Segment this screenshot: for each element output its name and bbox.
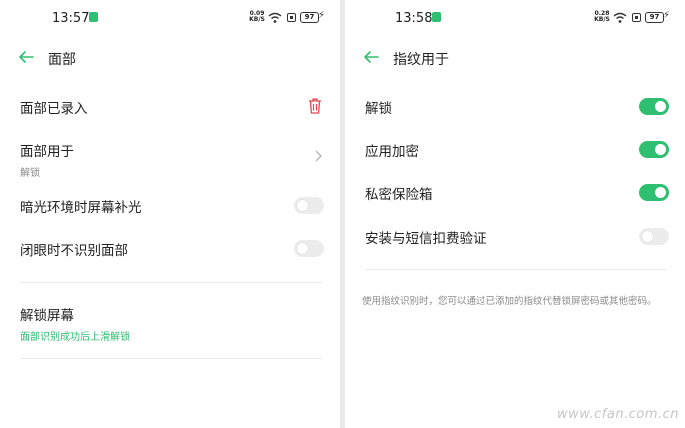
unlock-screen-hint: 面部识别成功后上滑解锁 (20, 332, 130, 343)
low-light-fill-toggle[interactable] (294, 197, 324, 214)
divider (20, 358, 322, 359)
install-sms-verify-label: 安装与短信扣费验证 (365, 231, 487, 247)
back-arrow-icon[interactable] (363, 50, 379, 64)
private-safe-row: 私密保险箱 (365, 183, 669, 203)
watermark: www.cfan.com.cn (556, 407, 679, 422)
status-time: 13:57 (52, 11, 90, 26)
page-header: 面部 (0, 40, 340, 76)
unlock-screen-row[interactable]: 解锁屏幕 面部识别成功后上滑解锁 (20, 304, 324, 343)
battery-icon: 97 (300, 12, 319, 23)
face-usage-label: 面部用于 (20, 144, 74, 160)
page-title: 面部 (48, 52, 76, 68)
unlock-toggle[interactable] (639, 98, 669, 115)
network-speed-unit: KB/S (249, 16, 265, 23)
page-title: 指纹用于 (393, 52, 449, 68)
charging-icon: ⚡ (663, 10, 671, 21)
sim-icon (632, 13, 641, 22)
unlock-label: 解锁 (365, 101, 392, 117)
low-light-fill-row: 暗光环境时屏幕补光 (20, 196, 324, 216)
network-speed: 0.09 KB/S (249, 11, 265, 23)
app-encryption-label: 应用加密 (365, 144, 419, 160)
charging-icon: ⚡ (318, 10, 326, 21)
face-enrolled-row[interactable]: 面部已录入 (20, 97, 324, 117)
fingerprint-note: 使用指纹识别时，您可以通过已添加的指纹代替锁屏密码或其他密码。 (362, 296, 657, 307)
eyes-closed-label: 闭眼时不识别面部 (20, 243, 128, 259)
status-bar: 13:57 0.09 KB/S 97 ⚡ (0, 0, 340, 36)
wifi-icon (613, 12, 627, 23)
install-sms-verify-toggle[interactable] (639, 228, 669, 245)
app-encryption-toggle[interactable] (639, 141, 669, 158)
page-header: 指纹用于 (345, 40, 685, 76)
battery-icon: 97 (645, 12, 664, 23)
eyes-closed-row: 闭眼时不识别面部 (20, 239, 324, 259)
divider (20, 282, 322, 283)
private-safe-label: 私密保险箱 (365, 187, 433, 203)
notification-icon (432, 12, 441, 22)
status-time: 13:58 (395, 11, 433, 26)
face-usage-value: 解锁 (20, 168, 40, 179)
low-light-fill-label: 暗光环境时屏幕补光 (20, 200, 142, 216)
network-speed-unit: KB/S (594, 16, 610, 23)
sim-icon (287, 13, 296, 22)
chevron-right-icon (315, 150, 322, 162)
install-sms-verify-row: 安装与短信扣费验证 (365, 227, 669, 247)
status-bar: 13:58 0.28 KB/S 97 ⚡ (345, 0, 685, 36)
unlock-screen-label: 解锁屏幕 (20, 308, 74, 324)
app-encryption-row: 应用加密 (365, 140, 669, 160)
face-usage-row[interactable]: 面部用于 解锁 (20, 140, 324, 179)
private-safe-toggle[interactable] (639, 184, 669, 201)
face-enrolled-label: 面部已录入 (20, 101, 88, 117)
face-settings-screen: 13:57 0.09 KB/S 97 ⚡ 面部 面部已录入 面部用于 解锁 暗光… (0, 0, 340, 428)
eyes-closed-toggle[interactable] (294, 240, 324, 257)
trash-icon[interactable] (308, 98, 322, 114)
back-arrow-icon[interactable] (18, 50, 34, 64)
network-speed: 0.28 KB/S (594, 11, 610, 23)
divider (365, 269, 667, 270)
wifi-icon (268, 12, 282, 23)
unlock-row: 解锁 (365, 97, 669, 117)
fingerprint-usage-screen: 13:58 0.28 KB/S 97 ⚡ 指纹用于 解锁 应用加密 私密保险箱 … (345, 0, 685, 428)
notification-icon (89, 12, 98, 22)
